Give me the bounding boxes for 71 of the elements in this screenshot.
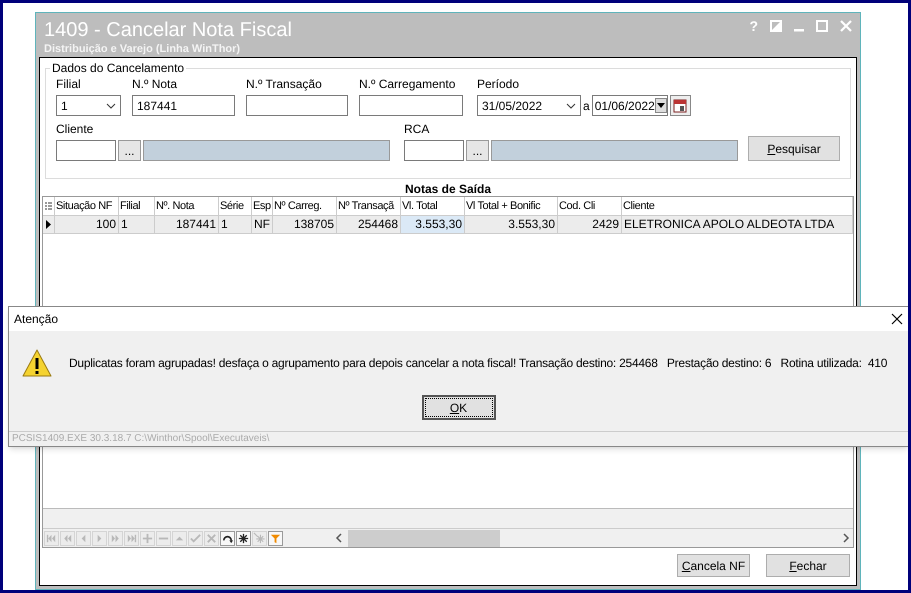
dialog-message: Duplicatas foram agrupadas! desfaça o agrupamento para depois cancelar a nota fiscal! Transação destino: 254468 Prestação destino: 6 Rotina utilizada: 410: [69, 355, 888, 372]
column-menu-icon[interactable]: [45, 202, 52, 210]
current-row-icon: [46, 220, 51, 229]
group-title: Dados do Cancelamento: [50, 61, 186, 75]
rca-name-field[interactable]: [491, 140, 738, 161]
scroll-left-icon[interactable]: [334, 533, 344, 543]
table-cell: 3.553,30: [401, 216, 465, 233]
insert-icon: [141, 532, 154, 544]
lookup-button[interactable]: ...: [118, 140, 141, 161]
dialog-title: Atenção: [14, 311, 58, 328]
status-text: PCSIS1409.EXE 30.3.18.7 C:\Winthor\Spool\Executaveis\: [12, 433, 270, 445]
transacao-field[interactable]: [246, 95, 348, 116]
carregamento-field[interactable]: [359, 95, 463, 116]
column-header[interactable]: Vl Total + Bonific: [465, 197, 558, 215]
close-button[interactable]: Fechar: [766, 554, 850, 577]
restore-icon[interactable]: [770, 20, 782, 32]
refresh-button[interactable]: [220, 530, 235, 546]
field-label: Cliente: [56, 122, 94, 136]
calendar-button[interactable]: [670, 95, 691, 116]
table-cell: 187441: [155, 216, 219, 233]
column-header[interactable]: Cod. Cli: [558, 197, 622, 215]
ok-button[interactable]: OK: [422, 395, 496, 420]
nota-field[interactable]: 187441: [132, 95, 235, 116]
date-to-field[interactable]: 01/06/2022: [592, 95, 668, 116]
column-header[interactable]: Situação NF: [55, 197, 119, 215]
column-header[interactable]: Esp: [252, 197, 273, 215]
field-label: Filial: [56, 77, 82, 91]
lookup-button[interactable]: ...: [466, 140, 489, 161]
window-title: 1409 - Cancelar Nota Fiscal: [44, 18, 293, 42]
goto-bookmark-icon: [253, 532, 266, 544]
cancel-nf-button[interactable]: Cancela NF: [677, 554, 750, 577]
cliente-code-field[interactable]: [56, 140, 116, 161]
field-label: N.º Transação: [246, 77, 323, 91]
table-cell: 2429: [558, 216, 622, 233]
table-cell: ELETRONICA APOLO ALDEOTA LTDA: [622, 216, 853, 233]
column-header[interactable]: Nº Carreg.: [273, 197, 337, 215]
table-cell: NF: [252, 216, 273, 233]
bookmark-button[interactable]: [236, 530, 251, 546]
scrollbar-thumb[interactable]: [348, 530, 500, 546]
calendar-icon: [673, 98, 688, 113]
column-header[interactable]: Série: [219, 197, 252, 215]
range-separator: a: [583, 98, 590, 114]
maximize-icon[interactable]: [816, 20, 828, 32]
cancel-icon: [205, 532, 218, 544]
filter-button[interactable]: [268, 530, 283, 546]
column-header[interactable]: Nº. Nota: [155, 197, 219, 215]
table-cell: 100: [55, 216, 119, 233]
field-label: RCA: [404, 122, 430, 136]
cliente-name-field[interactable]: [143, 140, 390, 161]
table-cell: 3.553,30: [465, 216, 558, 233]
column-header[interactable]: Filial: [119, 197, 155, 215]
dropdown-arrow-icon: [656, 103, 665, 108]
table-cell: 1: [219, 216, 252, 233]
grid-title: Notas de Saída: [404, 182, 492, 196]
close-icon[interactable]: [891, 313, 903, 325]
field-label: N.º Nota: [132, 77, 178, 91]
filial-select[interactable]: 1: [56, 95, 121, 116]
post-icon: [189, 532, 202, 544]
date-from-select[interactable]: 31/05/2022: [477, 95, 581, 116]
bookmark-icon: [237, 532, 250, 544]
field-label: Período: [477, 77, 520, 91]
rca-code-field[interactable]: [404, 140, 464, 161]
search-button[interactable]: Pesquisar: [748, 136, 840, 161]
column-header[interactable]: Nº Transaçã: [337, 197, 401, 215]
scroll-right-icon[interactable]: [841, 533, 851, 543]
table-cell: 138705: [273, 216, 337, 233]
table-cell: 1: [119, 216, 155, 233]
column-header[interactable]: Vl. Total: [401, 197, 465, 215]
column-header[interactable]: Cliente: [622, 197, 853, 215]
warning-icon: [22, 349, 52, 377]
field-label: N.º Carregamento: [359, 77, 456, 91]
